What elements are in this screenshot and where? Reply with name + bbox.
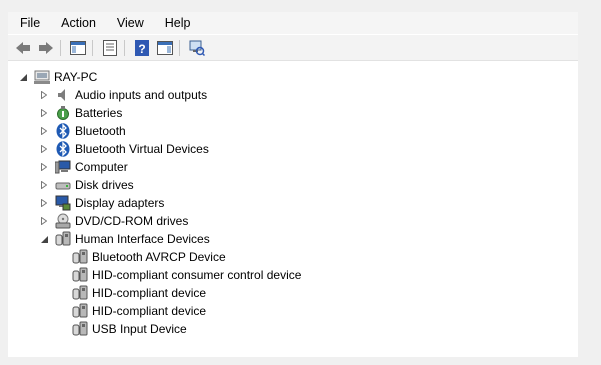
device-manager-window: File Action View Help ? RAY-PC Audio inp… [8, 12, 578, 357]
tree-item-bluetooth[interactable]: Bluetooth [38, 122, 126, 140]
tree-item-label: Bluetooth Virtual Devices [75, 142, 209, 156]
root-label: RAY-PC [54, 70, 98, 84]
show-action-pane-button[interactable] [155, 38, 175, 58]
hid-device-label: HID-compliant consumer control device [92, 268, 302, 282]
expand-arrow-icon[interactable] [38, 143, 50, 155]
hid-device-label: Bluetooth AVRCP Device [92, 250, 226, 264]
forward-icon [39, 41, 53, 54]
collapse-arrow-icon[interactable] [38, 233, 50, 245]
tree-item-dvd-drives[interactable]: DVD/CD-ROM drives [38, 212, 188, 230]
tree-item-label: Disk drives [75, 178, 134, 192]
tree-item-label: DVD/CD-ROM drives [75, 214, 189, 228]
hid-device-label: HID-compliant device [92, 286, 207, 300]
expand-arrow-icon[interactable] [38, 215, 50, 227]
toolbar: ? [8, 35, 578, 61]
tree-root[interactable]: RAY-PC [17, 68, 97, 86]
hid-device-icon [72, 303, 88, 319]
properties-icon [103, 39, 117, 56]
hid-device-item[interactable]: USB Input Device [72, 320, 187, 338]
toolbar-separator [60, 39, 61, 56]
expand-arrow-icon[interactable] [38, 125, 50, 137]
hid-device-icon [72, 321, 88, 337]
tree-item-label: Display adapters [75, 196, 165, 210]
tree-item-label: Human Interface Devices [75, 232, 210, 246]
menu-help[interactable]: Help [153, 12, 200, 34]
tree-item-display-adapters[interactable]: Display adapters [38, 194, 164, 212]
forward-button[interactable] [36, 38, 56, 58]
hid-device-label: USB Input Device [92, 322, 187, 336]
hid-device-icon [72, 249, 88, 265]
display-adapter-icon [55, 195, 71, 211]
back-icon [16, 41, 30, 54]
disk-drive-icon [55, 177, 71, 193]
toolbar-separator [179, 39, 180, 56]
computer-icon [34, 69, 50, 85]
battery-icon [55, 105, 71, 121]
menu-view[interactable]: View [105, 12, 153, 34]
hid-device-item[interactable]: HID-compliant device [72, 302, 206, 320]
menu-file[interactable]: File [8, 12, 49, 34]
tree-item-audio[interactable]: Audio inputs and outputs [38, 86, 207, 104]
expand-arrow-icon[interactable] [38, 107, 50, 119]
help-button[interactable]: ? [132, 38, 152, 58]
show-hide-console-tree-button[interactable] [68, 38, 88, 58]
menu-bar: File Action View Help [8, 12, 578, 34]
tree-item-bluetooth-virtual[interactable]: Bluetooth Virtual Devices [38, 140, 209, 158]
computer-icon [55, 159, 71, 175]
hid-device-icon [72, 285, 88, 301]
tree-item-computer[interactable]: Computer [38, 158, 128, 176]
hid-device-item[interactable]: Bluetooth AVRCP Device [72, 248, 226, 266]
action-pane-icon [157, 40, 173, 55]
console-tree-icon [70, 40, 86, 55]
bluetooth-icon [55, 141, 71, 157]
scan-hardware-button[interactable] [187, 38, 207, 58]
tree-item-label: Audio inputs and outputs [75, 88, 208, 102]
hid-device-item[interactable]: HID-compliant device [72, 284, 206, 302]
help-icon: ? [135, 39, 149, 56]
expand-arrow-icon[interactable] [38, 197, 50, 209]
collapse-arrow-icon[interactable] [17, 71, 29, 83]
menu-action[interactable]: Action [49, 12, 105, 34]
back-button[interactable] [13, 38, 33, 58]
hid-device-item[interactable]: HID-compliant consumer control device [72, 266, 301, 284]
dvd-drive-icon [55, 213, 71, 229]
hid-device-label: HID-compliant device [92, 304, 207, 318]
svg-text:?: ? [138, 42, 145, 56]
expand-arrow-icon[interactable] [38, 179, 50, 191]
bluetooth-icon [55, 123, 71, 139]
toolbar-separator [92, 39, 93, 56]
hid-device-icon [72, 267, 88, 283]
expand-arrow-icon[interactable] [38, 89, 50, 101]
tree-item-label: Batteries [75, 106, 123, 120]
tree-item-label: Computer [75, 160, 128, 174]
tree-item-hid[interactable]: Human Interface Devices [38, 230, 210, 248]
expand-arrow-icon[interactable] [38, 161, 50, 173]
properties-button[interactable] [100, 38, 120, 58]
scan-hardware-icon [189, 40, 205, 56]
hid-icon [55, 231, 71, 247]
tree-item-batteries[interactable]: Batteries [38, 104, 122, 122]
tree-item-disk-drives[interactable]: Disk drives [38, 176, 134, 194]
speaker-icon [55, 87, 71, 103]
toolbar-separator [124, 39, 125, 56]
tree-item-label: Bluetooth [75, 124, 126, 138]
